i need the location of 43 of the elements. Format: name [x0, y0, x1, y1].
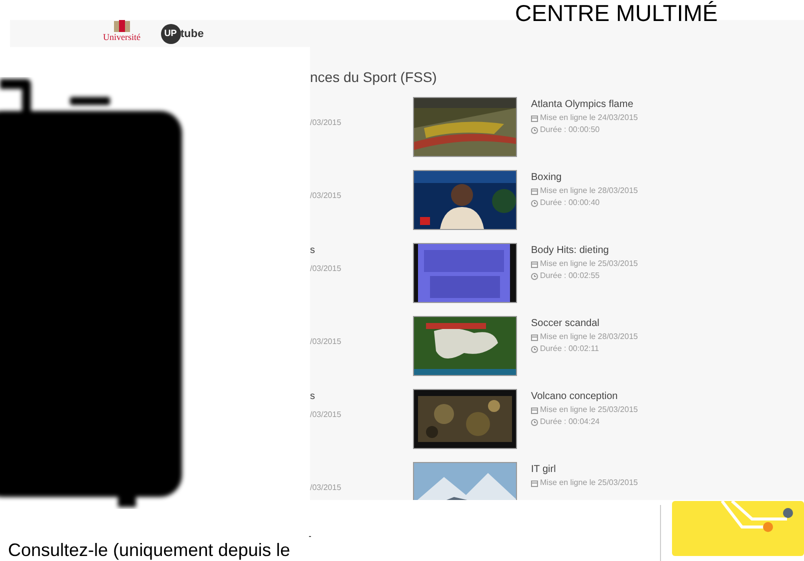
publish-date: Mise en ligne le 25/03/2015: [540, 405, 638, 415]
crest-icon: [112, 20, 132, 32]
clock-icon: [531, 126, 538, 134]
body-text: Consultez-le (uniquement depuis le: [8, 539, 290, 561]
video-title[interactable]: Soccer scandal: [531, 317, 638, 330]
banner-title: CENTRE MULTIMÉ: [515, 0, 718, 27]
publish-date: Mise en ligne le 25/03/2015: [540, 259, 638, 269]
video-title[interactable]: IT girl: [531, 463, 638, 476]
publish-date: Mise en ligne le 24/03/2015: [540, 113, 638, 123]
logo-text: tube: [180, 26, 204, 42]
publish-date: /03/2015: [310, 117, 342, 128]
calendar-icon: [531, 334, 538, 340]
duration: Durée : 00:02:55: [540, 271, 600, 281]
video-title[interactable]: Atlanta Olympics flame: [531, 98, 638, 111]
video-title[interactable]: s: [310, 244, 414, 257]
clock-icon: [531, 418, 538, 426]
duration: Durée : 00:00:50: [540, 125, 600, 135]
clock-icon: [531, 346, 538, 352]
publish-date: /03/2015: [310, 336, 342, 347]
calendar-icon: [531, 480, 538, 486]
video-title[interactable]: Volcano conception: [531, 390, 638, 403]
clock-icon: [531, 272, 538, 280]
calendar-icon: [531, 260, 538, 268]
section-heading: nces du Sport (FSS): [310, 69, 437, 85]
logo-badge: UP: [160, 24, 180, 44]
duration: Durée : 00:04:24: [540, 417, 600, 427]
publish-date: /03/2015: [310, 409, 342, 420]
clock-icon: [531, 200, 538, 206]
publish-date: /03/2015: [310, 263, 342, 274]
publish-date: Mise en ligne le 28/03/2015: [540, 186, 638, 196]
video-title[interactable]: Body Hits: dieting: [531, 244, 638, 257]
video-title[interactable]: s: [310, 390, 414, 403]
calendar-icon: [531, 114, 538, 122]
video-title[interactable]: Boxing: [531, 171, 638, 184]
university-logo-text: Université: [103, 32, 140, 42]
publish-date: /03/2015: [310, 482, 342, 493]
publish-date: Mise en ligne le 25/03/2015: [540, 478, 638, 488]
calendar-icon: [531, 188, 538, 194]
duration: Durée : 00:00:40: [540, 198, 600, 208]
publish-date: Mise en ligne le 28/03/2015: [540, 332, 638, 342]
duration: Durée : 00:02:11: [540, 344, 600, 354]
calendar-icon: [531, 406, 538, 414]
publish-date: /03/2015: [310, 190, 342, 201]
